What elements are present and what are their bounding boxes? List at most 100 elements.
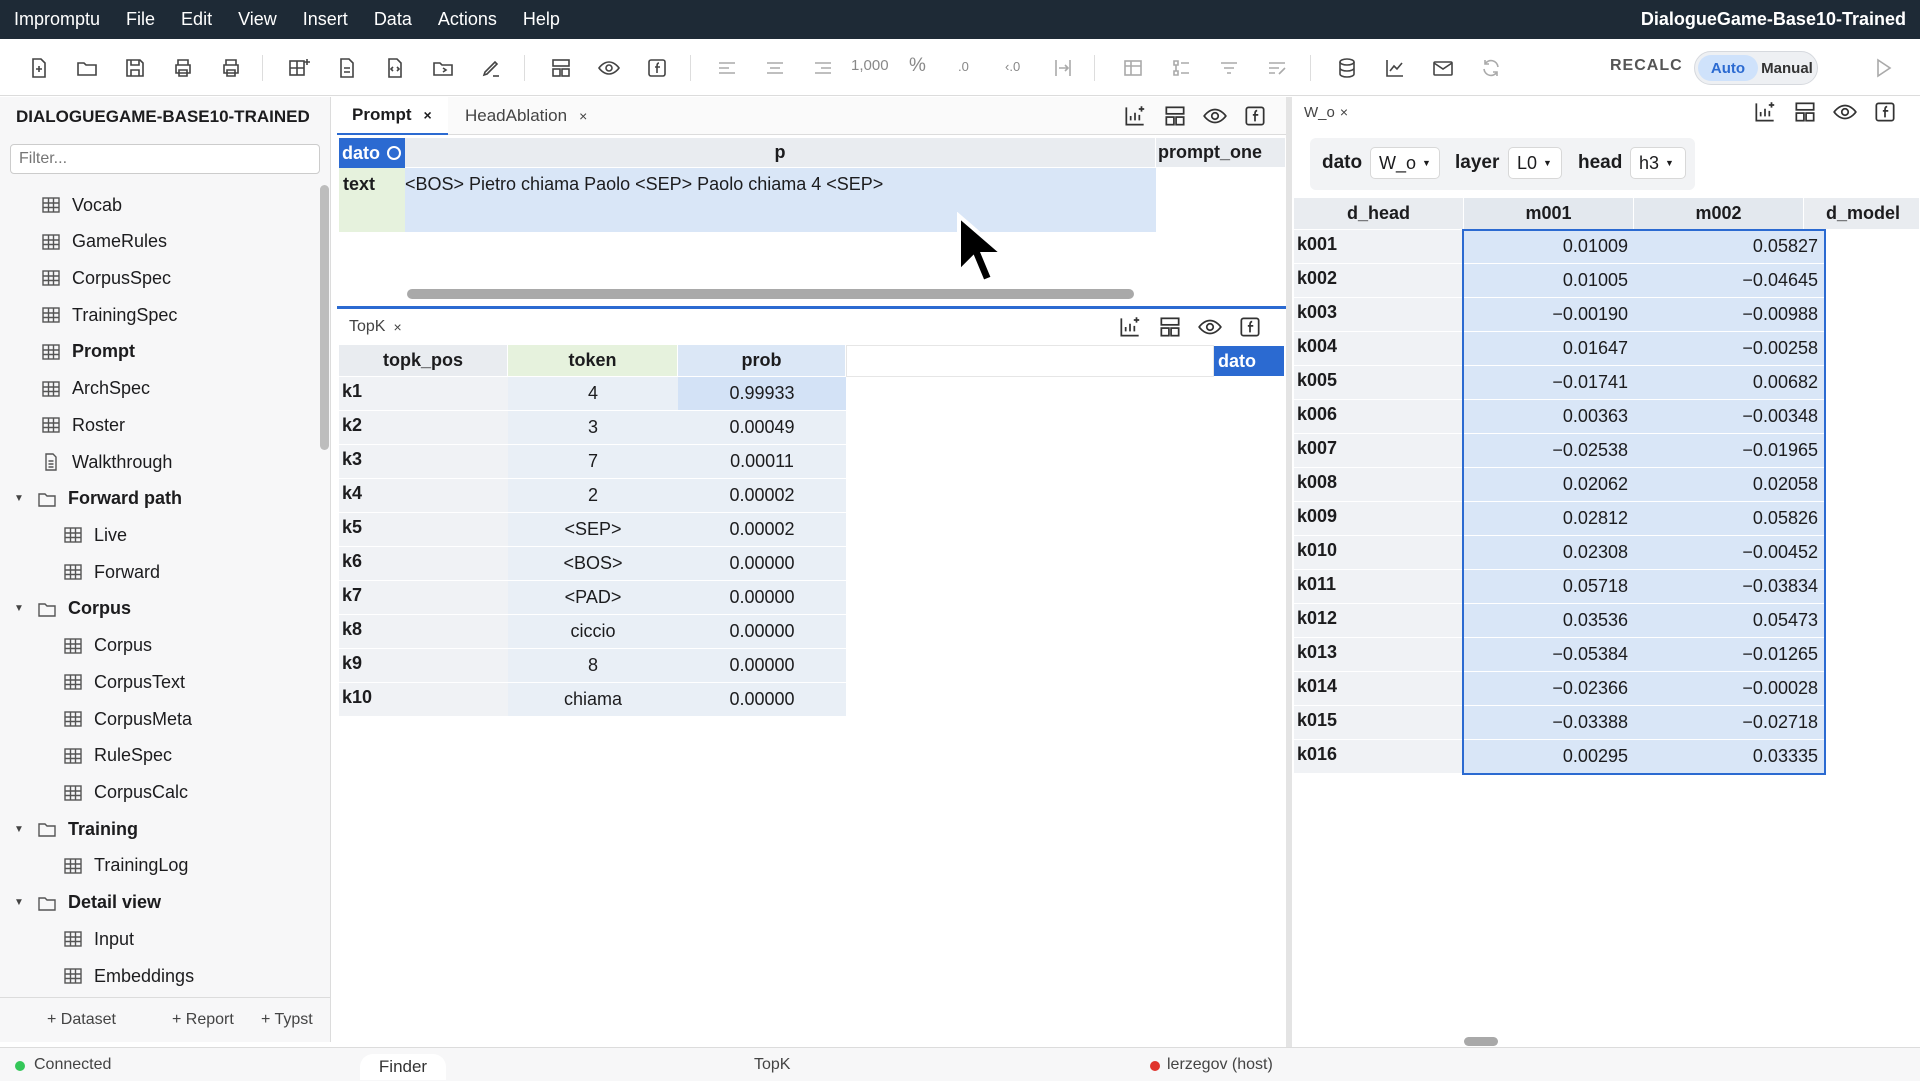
- token-cell[interactable]: <SEP>: [508, 513, 678, 547]
- prob-cell[interactable]: 0.00000: [678, 683, 846, 717]
- row-header[interactable]: k9: [339, 649, 508, 683]
- weight-cell-m001[interactable]: −0.01741: [1464, 366, 1634, 400]
- finder-button[interactable]: Finder: [360, 1054, 446, 1080]
- close-icon[interactable]: ×: [424, 107, 432, 123]
- percent-button[interactable]: %: [909, 55, 926, 77]
- run-icon[interactable]: [1868, 53, 1898, 83]
- weight-cell-m002[interactable]: −0.00258: [1634, 332, 1824, 366]
- column-header-topk-pos[interactable]: topk_pos: [339, 345, 508, 377]
- prob-cell[interactable]: 0.00000: [678, 547, 846, 581]
- prompt-text-cell[interactable]: <BOS> Pietro chiama Paolo <SEP> Paolo ch…: [405, 168, 1156, 232]
- row-header[interactable]: k004: [1294, 332, 1464, 366]
- sidebar-item-rulespec[interactable]: RuleSpec: [62, 741, 172, 771]
- weight-cell-m002[interactable]: 0.05473: [1634, 604, 1824, 638]
- add-report-button[interactable]: + Report: [172, 1011, 234, 1029]
- chart-icon[interactable]: [1380, 53, 1410, 83]
- prob-cell[interactable]: 0.00002: [678, 513, 846, 547]
- recalc-mode-toggle[interactable]: Auto Manual: [1694, 51, 1818, 85]
- column-header-m002[interactable]: m002: [1634, 198, 1804, 230]
- chevron-down-icon[interactable]: ▼: [14, 493, 24, 504]
- decrease-decimals-button[interactable]: ‹.0: [1005, 59, 1020, 74]
- column-header-token[interactable]: token: [508, 345, 678, 377]
- weight-cell-m002[interactable]: −0.02718: [1634, 706, 1824, 740]
- token-cell[interactable]: 7: [508, 445, 678, 479]
- weight-cell-m001[interactable]: −0.02366: [1464, 672, 1634, 706]
- sidebar-scrollbar[interactable]: [320, 185, 329, 450]
- menu-insert[interactable]: Insert: [303, 9, 348, 30]
- token-cell[interactable]: chiama: [508, 683, 678, 717]
- menu-actions[interactable]: Actions: [438, 9, 497, 30]
- layout-icon[interactable]: [1792, 99, 1818, 125]
- function-icon[interactable]: [1237, 314, 1263, 340]
- layout-icon[interactable]: [1162, 103, 1188, 129]
- weight-cell-m002[interactable]: 0.02058: [1634, 468, 1824, 502]
- column-header-prob[interactable]: prob: [678, 345, 846, 377]
- head-dropdown[interactable]: h3 ▼: [1630, 147, 1686, 179]
- sidebar-item-walkthrough[interactable]: Walkthrough: [40, 447, 172, 477]
- row-header[interactable]: k10: [339, 683, 508, 717]
- filter-input[interactable]: [10, 144, 320, 174]
- token-cell[interactable]: <PAD>: [508, 581, 678, 615]
- increase-decimals-button[interactable]: .0: [958, 59, 969, 74]
- weight-cell-m001[interactable]: 0.00295: [1464, 740, 1634, 774]
- prob-cell[interactable]: 0.00000: [678, 615, 846, 649]
- eye-icon[interactable]: [1202, 103, 1228, 129]
- menu-edit[interactable]: Edit: [181, 9, 212, 30]
- weight-cell-m002[interactable]: −0.03834: [1634, 570, 1824, 604]
- weight-cell-m001[interactable]: 0.03536: [1464, 604, 1634, 638]
- row-header[interactable]: k016: [1294, 740, 1464, 774]
- sidebar-item-gamerules[interactable]: GameRules: [40, 227, 167, 257]
- print-preview-icon[interactable]: [216, 53, 246, 83]
- row-header[interactable]: k008: [1294, 468, 1464, 502]
- eye-icon[interactable]: [1197, 314, 1223, 340]
- layer-dropdown[interactable]: L0 ▼: [1508, 147, 1562, 179]
- weight-cell-m001[interactable]: −0.05384: [1464, 638, 1634, 672]
- row-header[interactable]: k1: [339, 377, 508, 411]
- row-header[interactable]: k001: [1294, 230, 1464, 264]
- sidebar-item-corpuscalc[interactable]: CorpusCalc: [62, 778, 188, 808]
- sidebar-item-corpusspec[interactable]: CorpusSpec: [40, 263, 171, 293]
- sidebar-item-corpusmeta[interactable]: CorpusMeta: [62, 704, 192, 734]
- close-icon[interactable]: ×: [1340, 104, 1348, 120]
- add-chart-icon[interactable]: [1117, 314, 1143, 340]
- tab-prompt[interactable]: Prompt ×: [337, 97, 448, 135]
- column-header-prompt-one[interactable]: prompt_one: [1156, 138, 1286, 168]
- close-icon[interactable]: ×: [393, 319, 401, 335]
- column-header-d-head[interactable]: d_head: [1294, 198, 1464, 230]
- sidebar-item-embeddings[interactable]: Embeddings: [62, 961, 194, 991]
- column-header-p[interactable]: p: [405, 138, 1156, 168]
- row-header[interactable]: k003: [1294, 298, 1464, 332]
- row-header[interactable]: k011: [1294, 570, 1464, 604]
- prob-cell[interactable]: 0.99933: [678, 377, 846, 411]
- add-dataset-button[interactable]: + Dataset: [47, 1011, 116, 1029]
- row-header[interactable]: k5: [339, 513, 508, 547]
- row-header[interactable]: k6: [339, 547, 508, 581]
- weight-cell-m001[interactable]: 0.01647: [1464, 332, 1634, 366]
- weight-cell-m001[interactable]: 0.00363: [1464, 400, 1634, 434]
- table-format-icon[interactable]: [1118, 53, 1148, 83]
- token-cell[interactable]: ciccio: [508, 615, 678, 649]
- row-header[interactable]: k009: [1294, 502, 1464, 536]
- manual-mode-button[interactable]: Manual: [1759, 55, 1815, 81]
- menu-view[interactable]: View: [238, 9, 277, 30]
- row-header[interactable]: k012: [1294, 604, 1464, 638]
- prob-cell[interactable]: 0.00002: [678, 479, 846, 513]
- token-cell[interactable]: <BOS>: [508, 547, 678, 581]
- weight-cell-m002[interactable]: 0.05827: [1634, 230, 1824, 264]
- database-icon[interactable]: [1332, 53, 1362, 83]
- dato-dropdown[interactable]: W_o ▼: [1370, 147, 1440, 179]
- prob-cell[interactable]: 0.00000: [678, 649, 846, 683]
- sidebar-item-corpus[interactable]: ▼ Corpus: [14, 594, 131, 624]
- weight-cell-m001[interactable]: 0.02308: [1464, 536, 1634, 570]
- token-cell[interactable]: 4: [508, 377, 678, 411]
- row-header[interactable]: k015: [1294, 706, 1464, 740]
- tab-wo[interactable]: W_o ×: [1304, 97, 1348, 127]
- row-header[interactable]: k7: [339, 581, 508, 615]
- panel-splitter[interactable]: [1286, 97, 1292, 1047]
- eye-icon[interactable]: [594, 53, 624, 83]
- column-header-d-model[interactable]: d_model: [1804, 198, 1920, 230]
- prob-cell[interactable]: 0.00011: [678, 445, 846, 479]
- weight-cell-m002[interactable]: 0.05826: [1634, 502, 1824, 536]
- prob-cell[interactable]: 0.00049: [678, 411, 846, 445]
- row-header[interactable]: k010: [1294, 536, 1464, 570]
